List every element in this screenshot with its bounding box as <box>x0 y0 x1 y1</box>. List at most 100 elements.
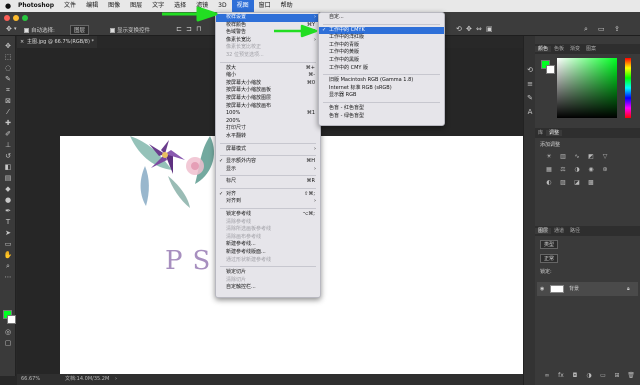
status-arrow-icon[interactable]: › <box>115 374 117 385</box>
view_menu-item-18[interactable]: 屏幕模式 › <box>216 146 320 154</box>
quick-mask-icon[interactable]: ◎ <box>3 328 13 337</box>
close-window-button[interactable] <box>4 15 10 21</box>
view_menu-item-23[interactable]: 标尺 ⌘R <box>216 178 320 186</box>
background-color-swatch[interactable] <box>7 315 16 324</box>
show-transform-checkbox[interactable] <box>110 28 115 33</box>
crop-tool-icon[interactable]: ⌗ <box>3 86 13 95</box>
auto-select-dropdown[interactable]: 图层 <box>70 25 90 35</box>
screen-mode-icon[interactable]: ▢ <box>3 339 13 348</box>
visibility-eye-icon[interactable]: ◉ <box>540 282 544 296</box>
eyedropper-tool-icon[interactable]: ⁄ <box>3 108 13 117</box>
brushes-panel-icon[interactable]: ✎ <box>525 94 535 103</box>
move-tool-icon[interactable]: ✥ <box>6 25 12 33</box>
workspace-icon[interactable]: ▭ <box>598 25 605 33</box>
hue-slider[interactable] <box>625 58 631 118</box>
tab-libraries[interactable]: 库 <box>535 130 546 136</box>
hand-tool-icon[interactable]: ✋ <box>3 251 13 260</box>
menu-file[interactable]: 文件 <box>59 0 81 12</box>
curves-icon[interactable]: ∿ <box>573 153 581 160</box>
view_menu-item-28[interactable]: 锁定参考线 ⌥⌘; <box>216 211 320 219</box>
apple-icon[interactable]: ● <box>3 2 13 10</box>
menu-window[interactable]: 窗口 <box>254 0 276 12</box>
align-left-icon[interactable]: ⊏ <box>176 25 182 33</box>
3d-mode-icon[interactable]: ⟲ <box>456 25 462 33</box>
history-panel-icon[interactable]: ⟲ <box>525 66 535 75</box>
zoom-window-button[interactable] <box>22 15 28 21</box>
view_menu-item-33[interactable]: 新建参考线版面... <box>216 249 320 257</box>
move-tool-icon[interactable]: ✥ <box>3 42 13 51</box>
history-brush-tool-icon[interactable]: ↺ <box>3 152 13 161</box>
menu-photoshop[interactable]: Photoshop <box>13 0 59 12</box>
tab-gradients[interactable]: 渐变 <box>567 46 583 52</box>
view_menu-item-20[interactable]: ✓ 显示额外内容 ⌘H <box>216 158 320 166</box>
menu-view[interactable]: 视图 <box>231 0 254 12</box>
exposure-icon[interactable]: ◩ <box>587 153 595 160</box>
new-adjustment-icon[interactable]: ◑ <box>585 372 593 379</box>
vibrance-icon[interactable]: ▽ <box>601 153 609 160</box>
eraser-tool-icon[interactable]: ◧ <box>3 163 13 172</box>
rectangle-tool-icon[interactable]: ▭ <box>3 240 13 249</box>
new-group-icon[interactable]: ▭ <box>599 372 607 379</box>
minimize-window-button[interactable] <box>13 15 19 21</box>
threshold-icon[interactable]: ◪ <box>573 179 581 186</box>
invert-icon[interactable]: ◐ <box>545 179 553 186</box>
view_menu-item-16[interactable]: 水平翻转 <box>216 133 320 141</box>
proof_submenu-item-3[interactable]: 工作中的洋红版 <box>319 34 444 42</box>
menu-edit[interactable]: 编辑 <box>81 0 103 12</box>
new-layer-icon[interactable]: ⊞ <box>613 372 621 379</box>
brightness-icon[interactable]: ☀ <box>545 153 553 160</box>
3d-pan-icon[interactable]: ✥ <box>466 25 472 33</box>
auto-select-checkbox[interactable] <box>24 28 29 33</box>
view_menu-item-8[interactable]: 缩小 ⌘- <box>216 72 320 80</box>
align-top-icon[interactable]: ⊓ <box>196 25 201 33</box>
photo-filter-icon[interactable]: ◉ <box>587 166 595 173</box>
tab-paths[interactable]: 路径 <box>567 228 583 234</box>
pen-tool-icon[interactable]: ✒ <box>3 207 13 216</box>
tool-preset-chevron-icon[interactable]: ▾ <box>14 26 17 32</box>
view_menu-item-15[interactable]: 打印尺寸 <box>216 125 320 133</box>
layer-kind-filter[interactable]: 类型 <box>540 240 559 249</box>
clone-stamp-tool-icon[interactable]: ⊥ <box>3 141 13 150</box>
menu-help[interactable]: 帮助 <box>276 0 298 12</box>
lasso-tool-icon[interactable]: ◌ <box>3 64 13 73</box>
color-balance-icon[interactable]: ⚖ <box>559 166 567 173</box>
black-white-icon[interactable]: ◑ <box>573 166 581 173</box>
zoom-tool-icon[interactable]: ⌕ <box>3 262 13 271</box>
3d-slide-icon[interactable]: ⇔ <box>476 25 482 33</box>
proof_submenu-item-0[interactable]: 自定... <box>319 14 444 22</box>
dodge-tool-icon[interactable]: ● <box>3 196 13 205</box>
selective-color-icon[interactable]: ▩ <box>587 179 595 186</box>
view_menu-item-36[interactable]: 锁定切片 <box>216 269 320 277</box>
brush-tool-icon[interactable]: ✐ <box>3 130 13 139</box>
quick-select-tool-icon[interactable]: ✎ <box>3 75 13 84</box>
view_menu-item-32[interactable]: 新建参考线... <box>216 241 320 249</box>
tab-patterns[interactable]: 图案 <box>583 46 599 52</box>
proof_submenu-item-11[interactable]: 显示器 RGB <box>319 92 444 100</box>
view_menu-item-12[interactable]: 按屏幕大小缩放画布 <box>216 103 320 111</box>
tab-color[interactable]: 颜色 <box>535 46 552 52</box>
tab-adjustments[interactable]: 调整 <box>546 130 563 136</box>
type-tool-icon[interactable]: T <box>3 218 13 227</box>
zoom-level[interactable]: 66.67% <box>21 374 40 385</box>
layer-style-icon[interactable]: fx <box>557 372 565 379</box>
path-select-tool-icon[interactable]: ➤ <box>3 229 13 238</box>
share-icon[interactable]: ⇪ <box>614 25 620 33</box>
menu-layer[interactable]: 图层 <box>125 0 147 12</box>
gradient-tool-icon[interactable]: ▤ <box>3 174 13 183</box>
proof_submenu-item-5[interactable]: 工作中的黄版 <box>319 49 444 57</box>
channel-mixer-icon[interactable]: ⊛ <box>601 166 609 173</box>
proof_submenu-item-7[interactable]: 工作中的 CMY 版 <box>319 65 444 73</box>
character-panel-icon[interactable]: A <box>525 108 535 117</box>
blend-mode-dropdown[interactable]: 正常 <box>540 254 559 263</box>
document-tab[interactable]: × 主图.jpg @ 66.7%(RGB/8) * <box>17 36 97 48</box>
search-icon[interactable]: ⌕ <box>584 25 588 34</box>
more-tools-icon[interactable]: ⋯ <box>3 273 13 282</box>
view_menu-item-13[interactable]: 100% ⌘1 <box>216 110 320 118</box>
healing-brush-tool-icon[interactable]: ✚ <box>3 119 13 128</box>
delete-layer-icon[interactable]: 🗑︎ <box>627 372 635 379</box>
posterize-icon[interactable]: ▨ <box>559 179 567 186</box>
3d-scale-icon[interactable]: ▣ <box>486 25 493 33</box>
view_menu-item-21[interactable]: 显示 › <box>216 166 320 174</box>
view_menu-item-38[interactable]: 自定触控栏... <box>216 284 320 292</box>
view_menu-item-10[interactable]: 按屏幕大小缩放画板 <box>216 87 320 95</box>
